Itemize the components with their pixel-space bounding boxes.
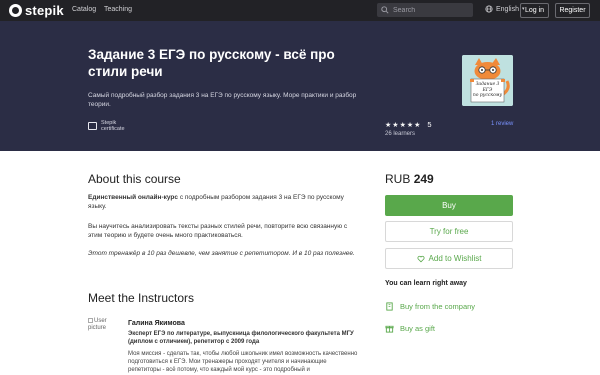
star-icon: ★ [399,121,406,129]
course-description: Самый подробный разбор задания 3 на ЕГЭ … [88,92,357,108]
instructor-title: Эксперт ЕГЭ по литературе, выпускница фи… [128,331,354,345]
buy-as-gift-label: Buy as gift [400,324,436,333]
about-p1-bold: Единственный онлайн-курс [88,194,179,201]
learners-count: 26 learners [385,131,416,137]
certificate-info: Stepik certificate [88,120,125,132]
globe-icon [485,5,493,13]
instructor-avatar[interactable]: User picture [88,318,118,340]
instructor-bio: Моя миссия - сделать так, чтобы любой шк… [128,351,358,373]
buy-from-company-label: Buy from the company [400,302,476,311]
price-amount: 249 [413,172,434,186]
reviews-link[interactable]: 1 review [491,121,513,127]
nav-link-teaching[interactable]: Teaching [104,6,132,13]
building-icon [386,302,393,311]
star-icon: ★ [406,121,414,129]
wishlist-label: Add to Wishlist [428,254,482,263]
search-box[interactable] [377,3,473,17]
stepik-logo-icon [9,4,22,17]
about-paragraph-3: Этот тренажёр в 10 раз дешевле, чем заня… [88,250,355,257]
rating-stars: ★ ★ ★ ★ ★ 5 [385,120,432,129]
price-currency: RUB [385,172,411,186]
course-price: RUB 249 [385,172,434,186]
language-selector[interactable]: English ▾ [485,5,524,13]
rating-value: 5 [427,120,432,129]
heart-icon [417,255,425,262]
about-heading: About this course [88,172,181,186]
register-button[interactable]: Register [555,3,590,18]
star-icon: ★ [414,121,421,129]
language-label: English [496,5,519,13]
course-title: Задание 3 ЕГЭ по русскому - всё про стил… [88,47,335,79]
certificate-icon [88,122,97,130]
about-paragraph-2: Вы научитесь анализировать тексты разных… [88,223,348,239]
learn-right-away: You can learn right away [385,280,467,287]
about-paragraph-1: Единственный онлайн-курс с подробным раз… [88,193,358,211]
cover-text-line3: по русскому [472,93,503,98]
logo-text: stepik [25,3,64,18]
buy-as-gift-link[interactable]: Buy as gift [385,324,435,333]
search-icon [381,6,389,14]
star-icon: ★ [392,121,399,129]
stepik-logo[interactable]: stepik [9,3,64,18]
broken-image-icon [88,318,93,323]
login-button[interactable]: Log in [520,3,549,18]
star-icon: ★ [385,121,392,129]
top-navigation: stepik Catalog Teaching English ▾ Log in… [0,0,600,21]
gift-icon [385,325,394,333]
cover-text-line1: Задание 3 [475,82,500,87]
buy-button[interactable]: Buy [385,195,513,216]
course-hero: Задание 3 ЕГЭ по русскому - всё про стил… [0,21,600,151]
instructors-heading: Meet the Instructors [88,291,195,305]
try-for-free-button[interactable]: Try for free [385,221,513,242]
add-to-wishlist-button[interactable]: Add to Wishlist [385,248,513,269]
nav-link-catalog[interactable]: Catalog [72,6,96,13]
course-cover-image: Задание 3 ЕГЭ по русскому [462,55,513,106]
instructor-name[interactable]: Галина Якимова [128,320,185,327]
certificate-line2: certificate [101,126,125,132]
buy-from-company-link[interactable]: Buy from the company [385,302,475,311]
search-input[interactable] [393,6,473,14]
